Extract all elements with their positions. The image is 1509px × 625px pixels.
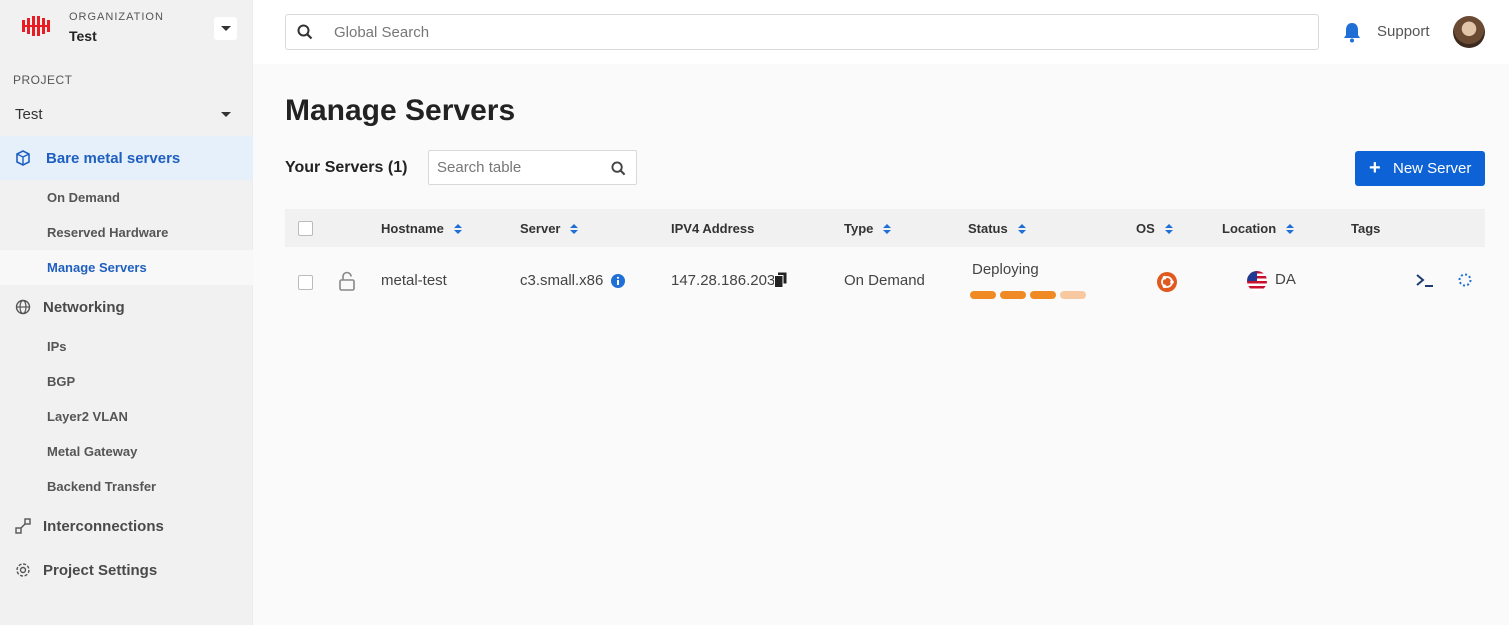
- sidebar-item-label: IPs: [47, 339, 67, 354]
- globe-icon: [15, 299, 31, 315]
- org-name: Test: [69, 28, 97, 44]
- table-search-box: [428, 150, 637, 185]
- sidebar-item-on-demand[interactable]: On Demand: [0, 180, 253, 215]
- gear-icon: [16, 563, 30, 577]
- header-status[interactable]: Status: [968, 221, 1026, 236]
- search-icon: [297, 24, 313, 40]
- search-icon: [611, 161, 626, 176]
- server-cube-icon: [16, 150, 30, 166]
- info-icon[interactable]: [611, 274, 625, 288]
- servers-count-title: Your Servers (1): [285, 159, 408, 176]
- sidebar: ORGANIZATION Test PROJECT Test Bare meta…: [0, 0, 253, 625]
- sidebar-item-label: Bare metal servers: [46, 149, 181, 167]
- row-checkbox[interactable]: [298, 275, 313, 290]
- sidebar-item-interconnections[interactable]: Interconnections: [0, 504, 253, 548]
- bell-icon[interactable]: [1342, 21, 1362, 43]
- global-search-box: [285, 14, 1319, 50]
- header-label: Server: [520, 221, 561, 236]
- header-label: Status: [968, 221, 1008, 236]
- sidebar-item-label: Reserved Hardware: [47, 225, 169, 240]
- sort-icon[interactable]: [453, 223, 462, 234]
- us-flag-icon: [1247, 271, 1267, 291]
- status-progress-bar: [970, 291, 1086, 299]
- equinix-logo-icon: [22, 16, 50, 36]
- header-os[interactable]: OS: [1136, 221, 1173, 236]
- progress-segment: [1030, 291, 1056, 299]
- unlock-icon[interactable]: [338, 271, 356, 291]
- ubuntu-icon: [1157, 272, 1177, 292]
- sidebar-item-layer2-vlan[interactable]: Layer2 VLAN: [0, 399, 253, 434]
- interconnection-icon: [15, 518, 31, 534]
- header-type[interactable]: Type: [844, 221, 892, 236]
- copy-icon[interactable]: [774, 272, 787, 288]
- progress-segment: [1000, 291, 1026, 299]
- sidebar-item-manage-servers[interactable]: Manage Servers: [0, 250, 253, 285]
- sidebar-item-label: Project Settings: [43, 561, 158, 579]
- org-dropdown-button[interactable]: [214, 17, 237, 40]
- sidebar-item-ips[interactable]: IPs: [0, 329, 253, 364]
- header-location[interactable]: Location: [1222, 221, 1295, 236]
- header-label: Type: [844, 221, 874, 236]
- support-link[interactable]: Support: [1377, 23, 1430, 40]
- header-label: OS: [1136, 221, 1155, 236]
- ipv4-address: 147.28.186.203: [671, 272, 776, 289]
- sidebar-item-label: Backend Transfer: [47, 479, 157, 494]
- header-label: Tags: [1351, 221, 1381, 236]
- sidebar-item-label: Manage Servers: [47, 260, 147, 275]
- sidebar-item-label: Interconnections: [43, 517, 164, 535]
- caret-down-icon: [220, 26, 231, 31]
- main-content: Manage Servers Your Servers (1) + New Se…: [253, 64, 1509, 625]
- table-row[interactable]: metal-test c3.small.x86 147.28.186.203 O…: [285, 247, 1485, 317]
- header-label: IPV4 Address: [671, 221, 755, 236]
- header-ipv4: IPV4 Address: [671, 221, 754, 236]
- sidebar-item-label: BGP: [47, 374, 76, 389]
- avatar[interactable]: [1453, 16, 1485, 48]
- select-all-checkbox[interactable]: [298, 221, 313, 236]
- header-label: Location: [1222, 221, 1277, 236]
- sidebar-item-bare-metal[interactable]: Bare metal servers: [0, 136, 253, 180]
- sidebar-item-label: On Demand: [47, 190, 120, 205]
- sort-icon[interactable]: [1286, 223, 1295, 234]
- plus-icon: +: [1369, 157, 1381, 179]
- sort-icon[interactable]: [570, 223, 579, 234]
- caret-down-icon: [221, 112, 231, 117]
- sidebar-item-backend-transfer[interactable]: Backend Transfer: [0, 469, 253, 504]
- sort-icon[interactable]: [1017, 223, 1026, 234]
- loading-spinner-icon: [1458, 273, 1472, 287]
- page-title: Manage Servers: [285, 94, 516, 127]
- sidebar-item-metal-gateway[interactable]: Metal Gateway: [0, 434, 253, 469]
- org-switcher: ORGANIZATION Test: [0, 0, 253, 64]
- new-server-button[interactable]: + New Server: [1355, 151, 1485, 186]
- sidebar-item-bgp[interactable]: BGP: [0, 364, 253, 399]
- progress-segment: [970, 291, 996, 299]
- project-select[interactable]: Test: [0, 98, 253, 130]
- topbar: Support: [253, 0, 1509, 64]
- header-label: Hostname: [381, 221, 444, 236]
- table-search-input[interactable]: [437, 151, 602, 184]
- sidebar-item-reserved-hardware[interactable]: Reserved Hardware: [0, 215, 253, 250]
- sort-icon[interactable]: [1164, 223, 1173, 234]
- sidebar-item-label: Metal Gateway: [47, 444, 138, 459]
- project-name: Test: [15, 106, 43, 123]
- new-server-label: New Server: [1393, 160, 1472, 177]
- header-tags: Tags: [1351, 221, 1380, 236]
- table-header: Hostname Server IPV4 Address Type Status…: [285, 209, 1485, 247]
- terminal-icon[interactable]: [1415, 273, 1435, 289]
- sidebar-item-networking[interactable]: Networking: [0, 285, 253, 329]
- status-text: Deploying: [972, 261, 1039, 278]
- server-plan: c3.small.x86: [520, 272, 604, 289]
- location-code: DA: [1275, 271, 1296, 288]
- global-search-input[interactable]: [334, 15, 1294, 49]
- server-type: On Demand: [844, 272, 925, 289]
- progress-segment: [1060, 291, 1086, 299]
- sidebar-item-project-settings[interactable]: Project Settings: [0, 548, 253, 592]
- header-server[interactable]: Server: [520, 221, 579, 236]
- sidebar-item-label: Layer2 VLAN: [47, 409, 128, 424]
- hostname-link[interactable]: metal-test: [381, 272, 447, 289]
- project-label: PROJECT: [13, 73, 73, 87]
- sidebar-item-label: Networking: [43, 298, 125, 316]
- header-hostname[interactable]: Hostname: [381, 221, 462, 236]
- org-label: ORGANIZATION: [69, 11, 164, 23]
- sort-icon[interactable]: [883, 223, 892, 234]
